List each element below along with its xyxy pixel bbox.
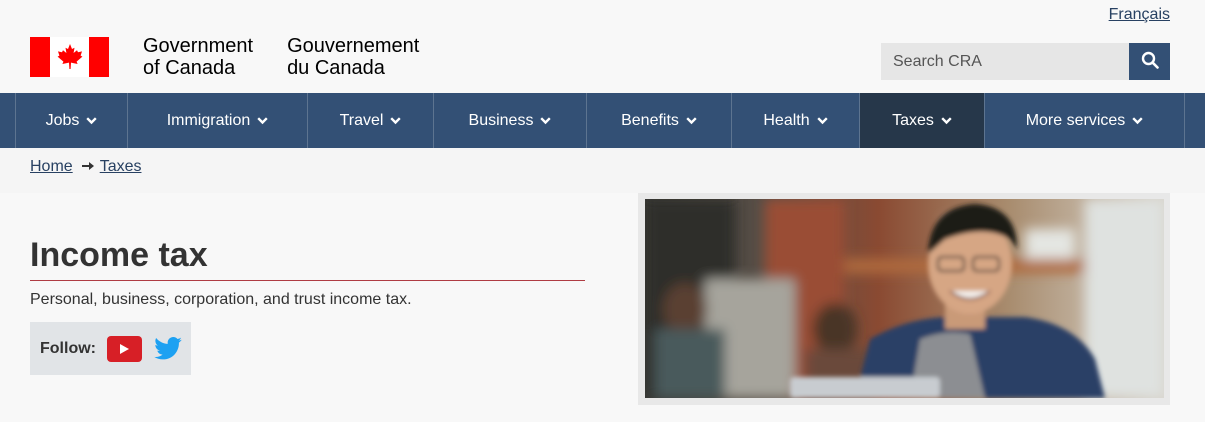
menu-item-benefits[interactable]: Benefits: [586, 93, 731, 148]
menu-item-business[interactable]: Business: [433, 93, 586, 148]
feature-image: [645, 199, 1164, 398]
main-menu-bar: Jobs Immigration Travel Business Benefit…: [0, 93, 1205, 148]
menu-item-immigration[interactable]: Immigration: [127, 93, 307, 148]
chevron-down-icon: [941, 112, 952, 130]
page-title: Income tax: [30, 236, 208, 274]
search-button[interactable]: [1129, 43, 1170, 80]
chevron-down-icon: [86, 112, 98, 130]
breadcrumb-bar: [0, 148, 1205, 193]
menu-item-label: Jobs: [45, 111, 80, 129]
menu-item-label: More services: [1025, 111, 1126, 129]
government-signature[interactable]: Government of Canada Gouvernement du Can…: [30, 35, 419, 79]
main-menu: Jobs Immigration Travel Business Benefit…: [15, 93, 1185, 148]
menu-item-travel[interactable]: Travel: [307, 93, 433, 148]
arrow-right-icon: [81, 158, 94, 176]
menu-item-label: Taxes: [892, 111, 934, 129]
government-wordmark-en: Government of Canada: [143, 35, 253, 79]
twitter-icon[interactable]: [154, 337, 182, 361]
menu-item-more-services[interactable]: More services: [984, 93, 1185, 148]
page-lead: Personal, business, corporation, and tru…: [30, 291, 412, 308]
menu-item-label: Immigration: [166, 111, 251, 129]
follow-label: Follow:: [40, 339, 96, 357]
gov-en-line2: of Canada: [143, 57, 236, 79]
menu-item-label: Travel: [339, 111, 384, 129]
breadcrumb-taxes-link[interactable]: Taxes: [100, 158, 142, 176]
menu-item-label: Business: [468, 111, 534, 129]
menu-item-health[interactable]: Health: [731, 93, 859, 148]
canada-flag-icon: [30, 37, 109, 77]
menu-item-taxes[interactable]: Taxes: [859, 93, 984, 148]
gov-fr-line1: Gouvernement: [287, 35, 420, 57]
search-input[interactable]: [881, 43, 1129, 80]
chevron-down-icon: [390, 112, 402, 130]
chevron-down-icon: [257, 112, 268, 130]
chevron-down-icon: [1132, 112, 1143, 130]
menu-item-label: Health: [763, 111, 810, 129]
search-form: [881, 43, 1170, 80]
menu-item-jobs[interactable]: Jobs: [15, 93, 127, 148]
search-icon: [1141, 51, 1159, 72]
gov-fr-line2: du Canada: [287, 57, 385, 79]
chevron-down-icon: [686, 112, 697, 130]
breadcrumb-home-link[interactable]: Home: [30, 158, 73, 176]
menu-item-label: Benefits: [621, 111, 679, 129]
gov-en-line1: Government: [143, 35, 254, 57]
chevron-down-icon: [816, 112, 828, 130]
youtube-icon[interactable]: [106, 335, 142, 362]
follow-box: Follow:: [30, 322, 191, 375]
title-underline: [30, 280, 585, 281]
breadcrumb: Home Taxes: [30, 158, 141, 176]
language-toggle-link[interactable]: Français: [1109, 6, 1170, 24]
government-wordmark-fr: Gouvernement du Canada: [287, 35, 419, 79]
chevron-down-icon: [540, 112, 552, 130]
